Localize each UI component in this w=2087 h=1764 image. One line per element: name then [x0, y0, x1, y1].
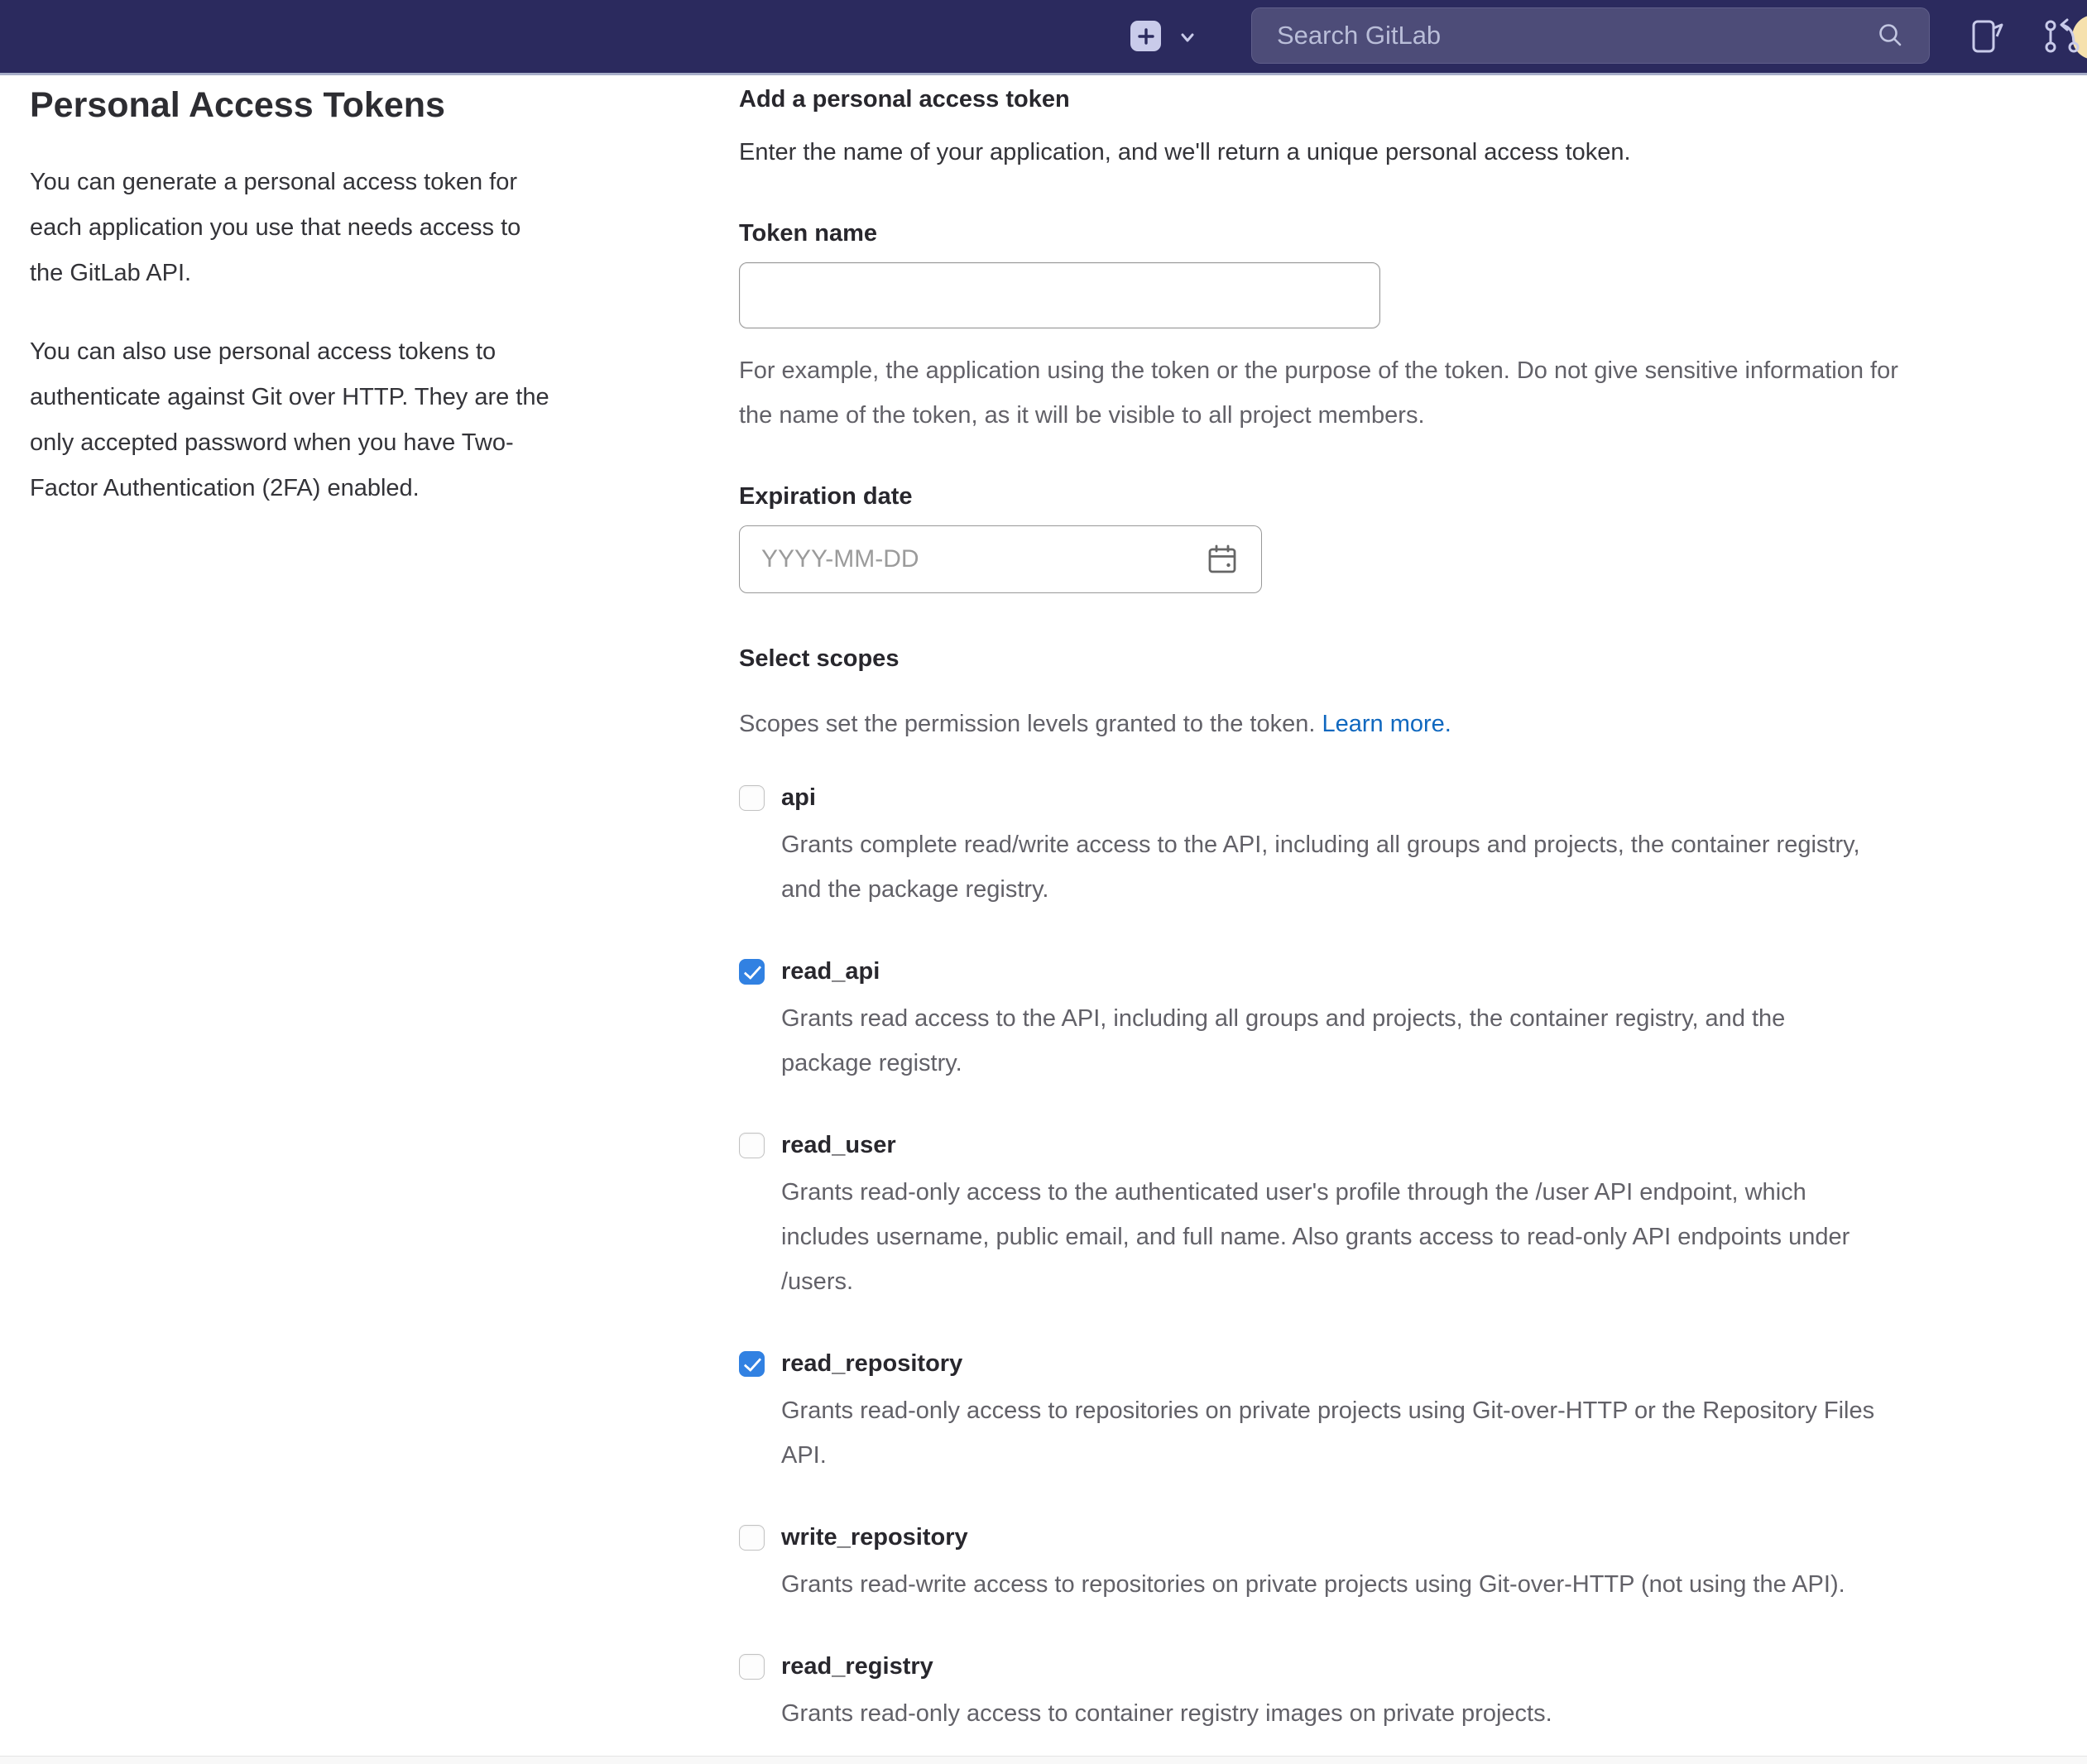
scope-description: Grants read-only access to container reg… — [781, 1691, 1882, 1736]
page-content: Personal Access Tokens You can generate … — [0, 75, 2087, 1764]
scope-description: Grants read-write access to repositories… — [781, 1562, 1882, 1607]
new-menu-button[interactable] — [1130, 21, 1161, 51]
learn-more-link[interactable]: Learn more. — [1322, 711, 1451, 737]
form-heading: Add a personal access token — [739, 80, 2070, 118]
scope-label-write_repository[interactable]: write_repository — [781, 1521, 968, 1554]
page-title: Personal Access Tokens — [30, 84, 685, 127]
scope-label-read_registry[interactable]: read_registry — [781, 1650, 933, 1683]
bottom-edge — [0, 1756, 2087, 1764]
scope-item: read_user Grants read-only access to the… — [739, 1129, 2070, 1304]
scopes-list: api Grants complete read/write access to… — [739, 781, 2070, 1736]
token-name-help: For example, the application using the t… — [739, 348, 1931, 438]
scope-checkbox-read_user[interactable] — [739, 1133, 765, 1158]
form-intro: Enter the name of your application, and … — [739, 130, 2070, 175]
description-paragraph: You can generate a personal access token… — [30, 160, 559, 296]
expiration-date-input[interactable] — [739, 525, 1262, 593]
scope-label-read_api[interactable]: read_api — [781, 955, 880, 988]
description-paragraph: You can also use personal access tokens … — [30, 329, 559, 511]
scope-description: Grants read access to the API, including… — [781, 996, 1882, 1086]
scope-checkbox-read_registry[interactable] — [739, 1654, 765, 1680]
scope-item: read_registry Grants read-only access to… — [739, 1650, 2070, 1736]
scope-checkbox-write_repository[interactable] — [739, 1525, 765, 1551]
scope-checkbox-read_repository[interactable] — [739, 1351, 765, 1377]
plus-icon — [1137, 27, 1155, 46]
token-name-label: Token name — [739, 214, 2070, 252]
token-form: Add a personal access token Enter the na… — [710, 75, 2087, 1764]
search-icon[interactable] — [1876, 21, 1906, 50]
scope-description: Grants read-only access to repositories … — [781, 1388, 1882, 1478]
settings-description-column: Personal Access Tokens You can generate … — [0, 75, 710, 511]
scope-item: write_repository Grants read-write acces… — [739, 1521, 2070, 1607]
scope-description: Grants read-only access to the authentic… — [781, 1170, 1882, 1304]
top-navbar — [0, 0, 2087, 75]
scope-item: read_repository Grants read-only access … — [739, 1347, 2070, 1478]
scope-checkbox-api[interactable] — [739, 785, 765, 811]
issues-icon[interactable] — [1969, 17, 2006, 58]
scope-label-read_user[interactable]: read_user — [781, 1129, 896, 1162]
merge-request-icon[interactable] — [2042, 17, 2082, 58]
global-search[interactable] — [1251, 7, 1930, 64]
scope-checkbox-read_api[interactable] — [739, 959, 765, 985]
token-name-input[interactable] — [739, 262, 1380, 328]
scope-item: read_api Grants read access to the API, … — [739, 955, 2070, 1086]
expiration-date-field — [739, 525, 1262, 593]
select-scopes-heading: Select scopes — [739, 640, 2070, 678]
expiration-date-label: Expiration date — [739, 477, 2070, 515]
scopes-description: Scopes set the permission levels granted… — [739, 702, 2070, 746]
scope-label-api[interactable]: api — [781, 781, 816, 814]
chevron-down-icon[interactable] — [1178, 28, 1197, 46]
scope-item: api Grants complete read/write access to… — [739, 781, 2070, 912]
scope-description: Grants complete read/write access to the… — [781, 822, 1882, 912]
scope-label-read_repository[interactable]: read_repository — [781, 1347, 962, 1380]
scopes-description-text: Scopes set the permission levels granted… — [739, 711, 1315, 737]
search-input[interactable] — [1275, 20, 1876, 51]
